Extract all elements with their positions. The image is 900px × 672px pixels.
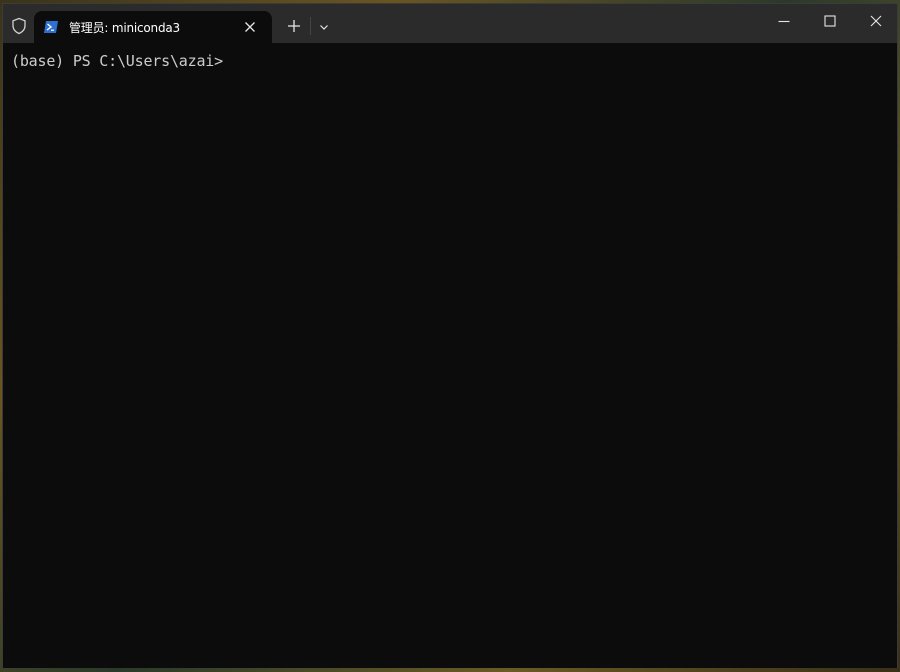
- terminal-prompt: (base) PS C:\Users\azai>: [11, 52, 223, 70]
- close-tab-icon[interactable]: [243, 20, 257, 34]
- title-bar[interactable]: 管理员: miniconda3: [3, 4, 897, 43]
- shield-icon: [12, 17, 26, 35]
- terminal-area[interactable]: (base) PS C:\Users\azai>: [3, 43, 897, 668]
- tab-title: 管理员: miniconda3: [69, 21, 180, 35]
- maximize-button[interactable]: [823, 14, 837, 28]
- tab-divider: [310, 17, 311, 35]
- powershell-icon: [44, 21, 58, 33]
- terminal-window: 管理员: miniconda3 (base) PS C:\Users\azai>: [2, 3, 898, 668]
- new-tab-button[interactable]: [286, 18, 302, 34]
- tab-miniconda3[interactable]: 管理员: miniconda3: [34, 11, 272, 43]
- chevron-down-icon[interactable]: [318, 21, 330, 33]
- minimize-button[interactable]: [777, 14, 791, 28]
- close-window-button[interactable]: [869, 14, 883, 28]
